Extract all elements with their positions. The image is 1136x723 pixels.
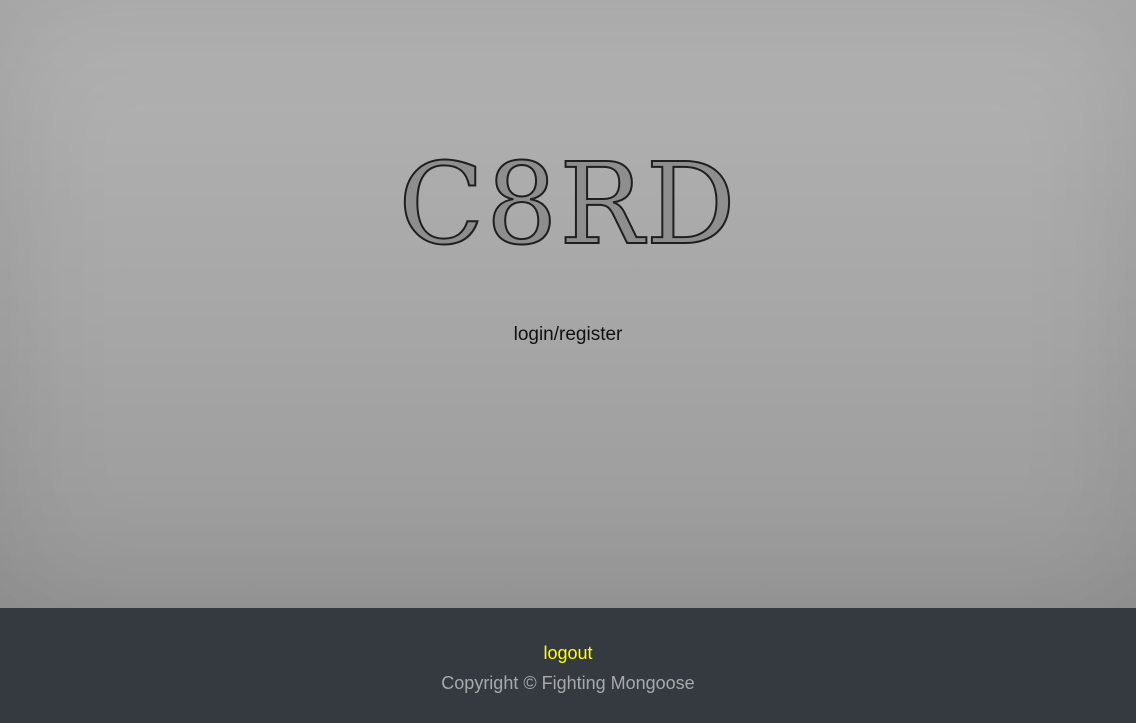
footer: [0, 608, 1136, 723]
c8rd-logo: C8RD: [397, 139, 738, 271]
login-register-link[interactable]: login/register: [0, 324, 1136, 346]
logout-link[interactable]: logout: [0, 643, 1136, 664]
copyright-text: Copyright © Fighting Mongoose: [441, 673, 695, 693]
main-area: C8RD login/register: [0, 0, 1136, 608]
